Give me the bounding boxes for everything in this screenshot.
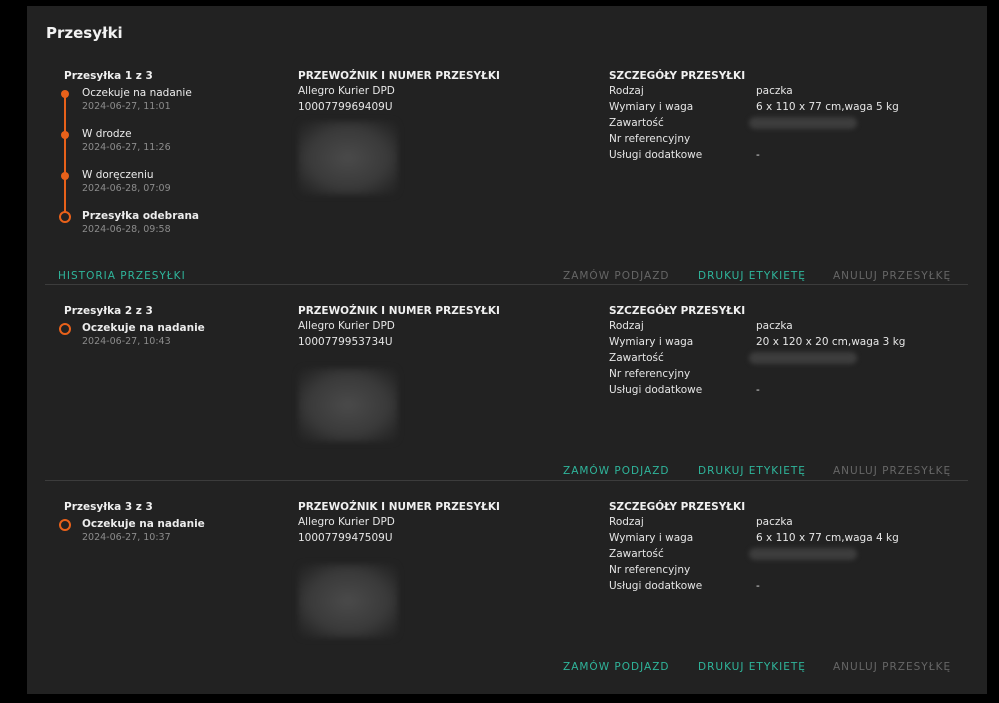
- print-label-button[interactable]: DRUKUJ ETYKIETĘ: [698, 268, 806, 284]
- shipment-number: Przesyłka 1 z 3: [64, 70, 153, 82]
- detail-label-dimensions: Wymiary i waga: [609, 101, 694, 113]
- redacted-image: [298, 564, 398, 638]
- timeline-current-ring-icon: [59, 211, 71, 223]
- timeline-dot-icon: [61, 131, 69, 139]
- timeline-dot-icon: [61, 172, 69, 180]
- timeline-status: Oczekuje na nadanie: [82, 518, 205, 530]
- timeline-time: 2024-06-28, 07:09: [82, 183, 171, 194]
- detail-value-services: -: [756, 580, 760, 592]
- order-pickup-button[interactable]: ZAMÓW PODJAZD: [563, 463, 669, 479]
- detail-label-services: Usługi dodatkowe: [609, 580, 703, 592]
- timeline-time: 2024-06-27, 11:26: [82, 142, 171, 153]
- shipment-number: Przesyłka 3 z 3: [64, 501, 153, 513]
- timeline-current-ring-icon: [59, 323, 71, 335]
- details-header: SZCZEGÓŁY PRZESYŁKI: [609, 501, 746, 513]
- timeline-time: 2024-06-28, 09:58: [82, 224, 171, 235]
- print-label-button[interactable]: DRUKUJ ETYKIETĘ: [698, 463, 806, 479]
- detail-value-services: -: [756, 384, 760, 396]
- detail-label-services: Usługi dodatkowe: [609, 149, 703, 161]
- detail-label-content: Zawartość: [609, 117, 664, 129]
- shipment-actions: ZAMÓW PODJAZD DRUKUJ ETYKIETĘ ANULUJ PRZ…: [27, 463, 987, 479]
- detail-label-content: Zawartość: [609, 548, 664, 560]
- timeline-status: W doręczeniu: [82, 169, 154, 181]
- detail-value-dimensions: 6 x 110 x 77 cm,waga 4 kg: [756, 532, 899, 544]
- timeline-status: W drodze: [82, 128, 132, 140]
- redacted-content: [749, 352, 857, 364]
- order-pickup-button[interactable]: ZAMÓW PODJAZD: [563, 268, 669, 284]
- carrier-header: PRZEWOŹNIK I NUMER PRZESYŁKI: [298, 70, 500, 82]
- shipment-timeline: Przesyłka 1 z 3 Oczekuje na nadanie 2024…: [59, 69, 294, 239]
- detail-label-services: Usługi dodatkowe: [609, 384, 703, 396]
- detail-label-reference: Nr referencyjny: [609, 368, 691, 380]
- detail-label-type: Rodzaj: [609, 85, 644, 97]
- cancel-shipment-button[interactable]: ANULUJ PRZESYŁKĘ: [833, 659, 951, 675]
- tracking-number[interactable]: 1000779947509U: [298, 530, 588, 546]
- timeline-dot-icon: [61, 90, 69, 98]
- timeline-current-ring-icon: [59, 519, 71, 531]
- detail-label-dimensions: Wymiary i waga: [609, 532, 694, 544]
- detail-label-reference: Nr referencyjny: [609, 564, 691, 576]
- shipment-history-link[interactable]: HISTORIA PRZESYŁKI: [58, 268, 186, 284]
- details-column: SZCZEGÓŁY PRZESYŁKI Rodzaj paczka Wymiary…: [609, 500, 949, 594]
- shipment-actions: ZAMÓW PODJAZD DRUKUJ ETYKIETĘ ANULUJ PRZ…: [27, 659, 987, 675]
- shipment-number: Przesyłka 2 z 3: [64, 305, 153, 317]
- order-pickup-button[interactable]: ZAMÓW PODJAZD: [563, 659, 669, 675]
- detail-label-type: Rodzaj: [609, 516, 644, 528]
- timeline-time: 2024-06-27, 11:01: [82, 101, 171, 112]
- detail-label-dimensions: Wymiary i waga: [609, 336, 694, 348]
- panel-title: Przesyłki: [46, 24, 123, 42]
- detail-label-reference: Nr referencyjny: [609, 133, 691, 145]
- details-column: SZCZEGÓŁY PRZESYŁKI Rodzaj paczka Wymiary…: [609, 304, 949, 398]
- timeline-status: Oczekuje na nadanie: [82, 87, 192, 99]
- carrier-name: Allegro Kurier DPD: [298, 85, 395, 97]
- timeline-time: 2024-06-27, 10:37: [82, 532, 171, 543]
- print-label-button[interactable]: DRUKUJ ETYKIETĘ: [698, 659, 806, 675]
- shipment-timeline: Przesyłka 3 z 3 Oczekuje na nadanie 2024…: [59, 500, 294, 547]
- tracking-number[interactable]: 1000779953734U: [298, 334, 588, 350]
- carrier-column: PRZEWOŹNIK I NUMER PRZESYŁKI Allegro Kur…: [298, 69, 588, 195]
- carrier-column: PRZEWOŹNIK I NUMER PRZESYŁKI Allegro Kur…: [298, 500, 588, 638]
- details-header: SZCZEGÓŁY PRZESYŁKI: [609, 305, 746, 317]
- cancel-shipment-button[interactable]: ANULUJ PRZESYŁKĘ: [833, 268, 951, 284]
- detail-value-type: paczka: [756, 516, 793, 528]
- detail-value-dimensions: 6 x 110 x 77 cm,waga 5 kg: [756, 101, 899, 113]
- timeline-status: Oczekuje na nadanie: [82, 322, 205, 334]
- shipment-timeline: Przesyłka 2 z 3 Oczekuje na nadanie 2024…: [59, 304, 294, 351]
- detail-value-type: paczka: [756, 320, 793, 332]
- detail-value-dimensions: 20 x 120 x 20 cm,waga 3 kg: [756, 336, 906, 348]
- timeline-status: Przesyłka odebrana: [82, 210, 200, 222]
- redacted-image: [298, 121, 398, 195]
- redacted-content: [749, 548, 857, 560]
- carrier-name: Allegro Kurier DPD: [298, 320, 395, 332]
- details-column: SZCZEGÓŁY PRZESYŁKI Rodzaj paczka Wymiary…: [609, 69, 949, 163]
- redacted-image: [298, 368, 398, 442]
- detail-label-type: Rodzaj: [609, 320, 644, 332]
- tracking-number[interactable]: 1000779969409U: [298, 99, 588, 115]
- cancel-shipment-button[interactable]: ANULUJ PRZESYŁKĘ: [833, 463, 951, 479]
- carrier-name: Allegro Kurier DPD: [298, 516, 395, 528]
- timeline-time: 2024-06-27, 10:43: [82, 336, 171, 347]
- carrier-header: PRZEWOŹNIK I NUMER PRZESYŁKI: [298, 305, 500, 317]
- shipment-actions: HISTORIA PRZESYŁKI ZAMÓW PODJAZD DRUKUJ …: [27, 268, 987, 284]
- detail-label-content: Zawartość: [609, 352, 664, 364]
- redacted-content: [749, 117, 857, 129]
- detail-value-type: paczka: [756, 85, 793, 97]
- detail-value-services: -: [756, 149, 760, 161]
- carrier-header: PRZEWOŹNIK I NUMER PRZESYŁKI: [298, 501, 500, 513]
- divider: [45, 284, 968, 285]
- shipments-panel: Przesyłki Przesyłka 1 z 3 Oczekuje na na…: [27, 6, 987, 694]
- details-header: SZCZEGÓŁY PRZESYŁKI: [609, 70, 746, 82]
- carrier-column: PRZEWOŹNIK I NUMER PRZESYŁKI Allegro Kur…: [298, 304, 588, 442]
- divider: [45, 480, 968, 481]
